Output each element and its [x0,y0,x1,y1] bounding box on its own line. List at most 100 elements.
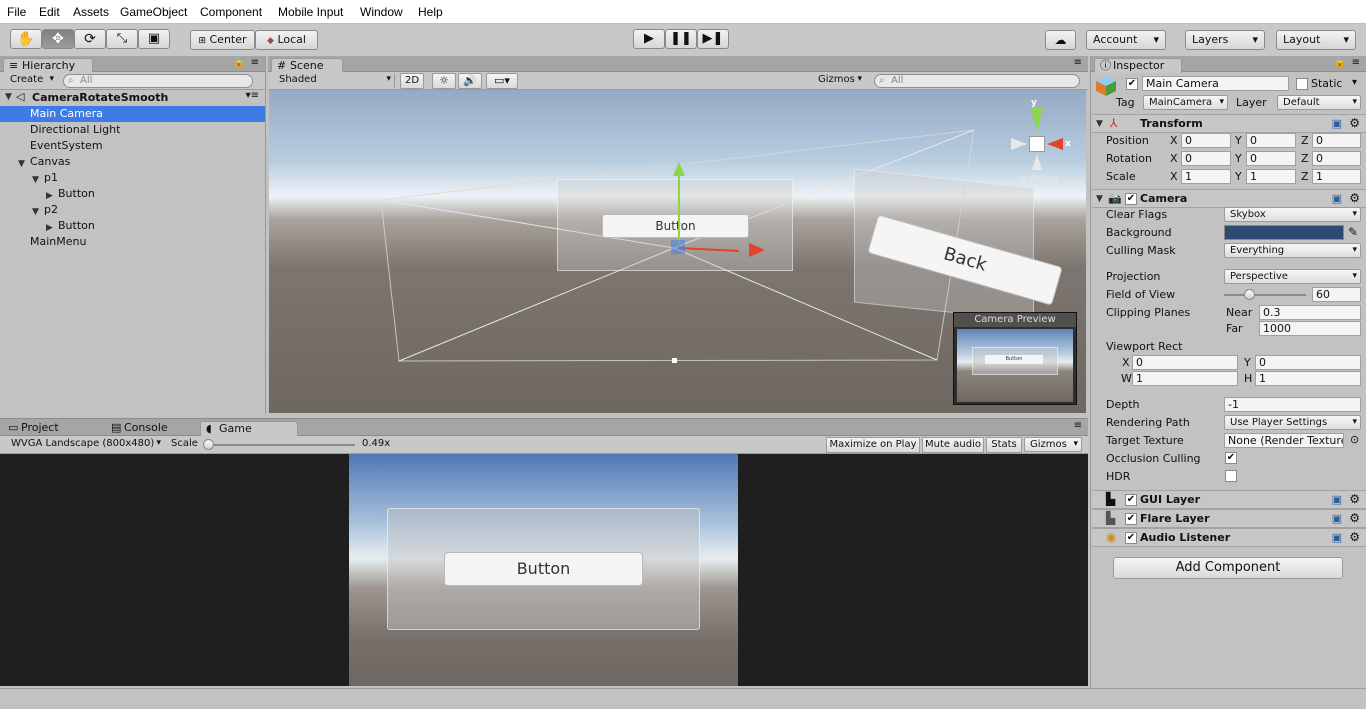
move-gizmo[interactable] [609,160,739,270]
pivot-local-button[interactable]: ◆ Local [255,30,318,50]
transform-y-field[interactable]: 1 [1246,169,1296,184]
hand-tool-button[interactable]: ✋ [10,29,42,49]
static-checkbox[interactable] [1296,78,1308,90]
game-gizmos-dropdown[interactable]: Gizmos [1024,437,1082,452]
hierarchy-item[interactable]: EventSystem [0,138,265,154]
step-button[interactable]: ▶❚ [697,29,729,49]
menu-mobile-input[interactable]: Mobile Input [278,5,343,19]
tab-project[interactable]: ▭ Project [3,421,93,436]
layout-dropdown[interactable]: Layout ▾ [1276,30,1356,50]
help-icon[interactable]: ▣ [1332,493,1342,506]
help-icon[interactable]: ▣ [1332,192,1342,205]
hierarchy-item[interactable]: ▼ Canvas [0,154,265,170]
cloud-button[interactable]: ☁ [1045,30,1076,50]
tab-inspector[interactable]: ⓘ Inspector [1094,58,1182,73]
near-field[interactable]: 0.3 [1259,305,1361,320]
scene-menu-icon[interactable]: ▾≡ [246,90,259,101]
fold-open-icon[interactable]: ▼ [1096,119,1103,129]
menu-edit[interactable]: Edit [39,5,60,19]
transform-z-field[interactable]: 0 [1312,151,1361,166]
active-checkbox[interactable]: ✔ [1126,78,1138,90]
viewport-x-field[interactable]: 0 [1132,355,1238,370]
fold-open-icon[interactable]: ▼ [1096,194,1103,204]
account-dropdown[interactable]: Account ▾ [1086,30,1166,50]
menu-assets[interactable]: Assets [73,5,109,19]
help-icon[interactable]: ▣ [1332,512,1342,525]
menu-help[interactable]: Help [418,5,443,19]
fov-slider-thumb[interactable] [1243,289,1255,300]
game-button[interactable]: Button [444,552,643,586]
orientation-gizmo[interactable]: y x ≤ Persp [1005,98,1071,185]
pause-button[interactable]: ❚❚ [665,29,697,49]
tab-hierarchy[interactable]: ≡ Hierarchy [3,58,93,73]
lock-icon[interactable]: 🔒 [233,57,245,68]
flare-layer-checkbox[interactable]: ✔ [1125,513,1137,525]
menu-window[interactable]: Window [360,5,403,19]
mode-2d-button[interactable]: 2D [400,73,424,89]
transform-z-field[interactable]: 0 [1312,133,1361,148]
gear-icon[interactable]: ⚙ [1349,191,1360,205]
scale-slider-thumb[interactable] [203,439,214,450]
projection-dropdown[interactable]: Perspective [1224,269,1361,284]
layer-dropdown[interactable]: Default [1277,95,1361,110]
scene-search-input[interactable]: ⌕ All [874,74,1080,88]
hierarchy-item[interactable]: Directional Light [0,122,265,138]
x-axis-arrow-icon[interactable] [749,243,765,257]
layers-dropdown[interactable]: Layers ▾ [1185,30,1265,50]
panel-menu-icon[interactable]: ≡ [1074,420,1082,431]
lock-icon[interactable]: 🔒 [1334,57,1346,68]
maximize-on-play-toggle[interactable]: Maximize on Play [826,437,920,453]
gui-layer-header[interactable]: ▙ ✔ GUI Layer ▣ ⚙ [1092,490,1366,509]
hierarchy-search-input[interactable]: ⌕ All [63,74,253,88]
menu-component[interactable]: Component [200,5,262,19]
background-color-swatch[interactable] [1224,225,1344,240]
hdr-checkbox[interactable] [1225,470,1237,482]
audio-toggle[interactable]: 🔊 [458,73,482,89]
flare-layer-header[interactable]: ▙ ✔ Flare Layer ▣ ⚙ [1092,509,1366,528]
occlusion-culling-checkbox[interactable]: ✔ [1225,452,1237,464]
transform-x-field[interactable]: 0 [1181,151,1231,166]
transform-y-field[interactable]: 0 [1246,133,1296,148]
hierarchy-item[interactable]: MainMenu [0,234,265,250]
transform-x-field[interactable]: 0 [1181,133,1231,148]
play-button[interactable]: ▶ [633,29,665,49]
gear-icon[interactable]: ⚙ [1349,530,1360,544]
help-icon[interactable]: ▣ [1332,117,1342,130]
hierarchy-item[interactable]: ▶ Button [0,186,265,202]
viewport-h-field[interactable]: 1 [1255,371,1361,386]
rotate-tool-button[interactable]: ⟳ [74,29,106,49]
hierarchy-item[interactable]: ▶ Button [0,218,265,234]
stats-toggle[interactable]: Stats [986,437,1022,453]
menu-file[interactable]: File [7,5,26,19]
rect-tool-button[interactable]: ▣ [138,29,170,49]
audio-listener-header[interactable]: ◉ ✔ Audio Listener ▣ ⚙ [1092,528,1366,547]
eyedropper-icon[interactable]: ✎ [1348,225,1358,239]
shading-dropdown[interactable]: Shaded [274,73,395,88]
create-dropdown[interactable]: Create [5,73,57,88]
tab-scene[interactable]: # Scene [271,58,343,73]
camera-header[interactable]: ▼ 📷 ✔ Camera ▣ ⚙ [1092,189,1366,208]
fov-slider[interactable] [1224,289,1306,300]
lighting-toggle[interactable]: ☼ [432,73,456,89]
viewport-y-field[interactable]: 0 [1255,355,1361,370]
transform-header[interactable]: ▼ ⅄ Transform ▣ ⚙ [1092,114,1366,133]
culling-mask-dropdown[interactable]: Everything [1224,243,1361,258]
transform-x-field[interactable]: 1 [1181,169,1231,184]
clear-flags-dropdown[interactable]: Skybox [1224,207,1361,222]
scale-tool-button[interactable]: ⤡ [106,29,138,49]
hierarchy-item[interactable]: Main Camera [0,106,265,122]
panel-menu-icon[interactable]: ≡ [251,57,259,68]
tag-dropdown[interactable]: MainCamera [1143,95,1228,110]
fov-field[interactable]: 60 [1312,287,1361,302]
panel-menu-icon[interactable]: ≡ [1352,57,1360,68]
transform-z-field[interactable]: 1 [1312,169,1361,184]
viewport-w-field[interactable]: 1 [1132,371,1238,386]
rendering-path-dropdown[interactable]: Use Player Settings [1224,415,1361,430]
gear-icon[interactable]: ⚙ [1349,492,1360,506]
effects-dropdown[interactable]: ▭▾ [486,73,518,89]
game-view[interactable]: Button [0,454,1088,686]
audio-listener-checkbox[interactable]: ✔ [1125,532,1137,544]
handle[interactable] [672,358,677,363]
object-picker-icon[interactable]: ⊙ [1350,433,1359,446]
pivot-center-button[interactable]: ⊞ Center [190,30,255,50]
